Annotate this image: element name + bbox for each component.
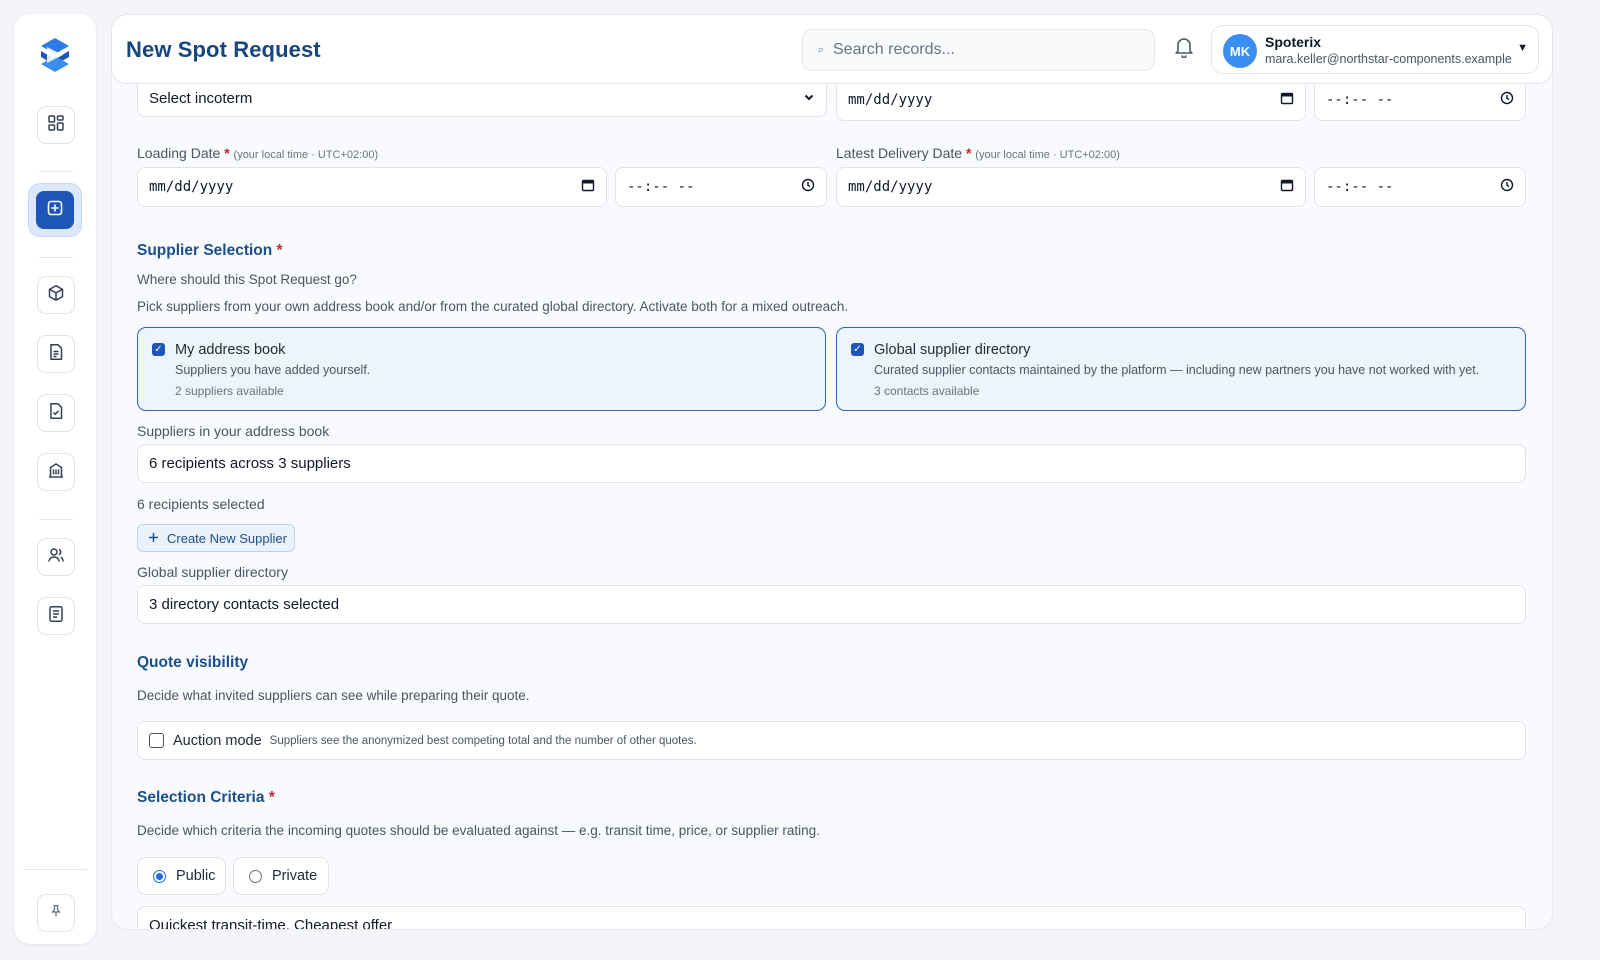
pin-icon	[49, 904, 63, 923]
sidebar-divider	[39, 257, 73, 258]
auction-mode-row[interactable]: Auction mode Suppliers see the anonymize…	[137, 721, 1526, 760]
sidebar-item-packages[interactable]	[37, 276, 75, 314]
global-directory-option[interactable]: ✓ Global supplier directory Curated supp…	[836, 327, 1526, 411]
calendar-icon	[1280, 178, 1294, 196]
latest-delivery-label: Latest Delivery Date * (your local time …	[836, 145, 1120, 161]
supplier-selection-question: Where should this Spot Request go?	[137, 272, 357, 287]
sidebar-item-contacts[interactable]	[37, 538, 75, 576]
dashboard-icon	[47, 114, 65, 137]
address-book-suppliers-label: Suppliers in your address book	[137, 423, 330, 439]
quote-visibility-title: Quote visibility	[137, 654, 249, 671]
user-email: mara.keller@northstar-components.example	[1265, 52, 1512, 66]
auction-mode-checkbox[interactable]	[149, 733, 164, 748]
global-directory-checkbox[interactable]: ✓	[851, 343, 864, 356]
clock-icon	[1500, 91, 1514, 109]
search-icon: ⌕	[817, 43, 825, 56]
address-book-option[interactable]: ✓ My address book Suppliers you have add…	[137, 327, 826, 411]
global-directory-label: Global supplier directory	[137, 564, 288, 580]
sidebar-item-approvals[interactable]	[37, 394, 75, 432]
create-new-supplier-button[interactable]: Create New Supplier	[137, 524, 295, 552]
users-icon	[47, 546, 65, 569]
calendar-icon	[581, 178, 595, 196]
recipients-selected-text: 6 recipients selected	[137, 496, 265, 512]
chevron-down-icon	[803, 90, 815, 107]
calendar-icon	[1280, 91, 1294, 109]
selection-criteria-title: Selection Criteria *	[137, 789, 275, 806]
global-directory-select[interactable]: 3 directory contacts selected	[137, 585, 1526, 624]
loading-time-input[interactable]: --:-- --	[615, 167, 827, 207]
notifications-button[interactable]	[1172, 37, 1196, 61]
bell-icon	[1174, 36, 1194, 63]
sidebar-divider	[39, 519, 73, 520]
radio-public[interactable]: Public	[137, 857, 226, 895]
loading-date-label: Loading Date * (your local time · UTC+02…	[137, 145, 379, 161]
incoterm-select[interactable]: Select incoterm	[137, 79, 827, 117]
selection-criteria-help: Decide which criteria the incoming quote…	[137, 823, 820, 838]
caret-down-icon: ▼	[1517, 42, 1528, 54]
sidebar-divider	[23, 869, 87, 870]
clock-icon	[801, 178, 815, 196]
building-icon	[47, 461, 65, 484]
pickup-date-input[interactable]: mm/dd/yyyy	[836, 79, 1306, 121]
search-bar[interactable]: ⌕	[802, 29, 1155, 71]
radio-private[interactable]: Private	[233, 857, 329, 895]
user-menu[interactable]: MK Spoterix mara.keller@northstar-compon…	[1211, 25, 1539, 74]
delivery-date-input[interactable]: mm/dd/yyyy	[836, 167, 1306, 207]
page-title: New Spot Request	[126, 37, 321, 62]
search-input[interactable]	[833, 41, 1133, 59]
sidebar	[14, 14, 96, 944]
sidebar-item-dashboard[interactable]	[37, 106, 75, 144]
avatar: MK	[1223, 34, 1257, 68]
document-icon	[47, 343, 65, 366]
clock-icon	[1500, 178, 1514, 196]
app-logo[interactable]	[35, 35, 75, 75]
supplier-selection-title: Supplier Selection *	[137, 242, 283, 259]
sidebar-divider	[39, 171, 73, 172]
quote-visibility-help: Decide what invited suppliers can see wh…	[137, 688, 530, 703]
pickup-time-input[interactable]: --:-- --	[1314, 79, 1526, 121]
loading-date-input[interactable]: mm/dd/yyyy	[137, 167, 607, 207]
user-name: Spoterix	[1265, 34, 1322, 50]
delivery-time-input[interactable]: --:-- --	[1314, 167, 1526, 207]
list-icon	[47, 605, 65, 628]
document-check-icon	[47, 402, 65, 425]
address-book-checkbox[interactable]: ✓	[152, 343, 165, 356]
address-book-suppliers-select[interactable]: 6 recipients across 3 suppliers	[137, 444, 1526, 483]
sidebar-item-new-request[interactable]	[28, 183, 82, 237]
sidebar-item-companies[interactable]	[37, 453, 75, 491]
top-header: New Spot Request ⌕ MK Spoterix mara.kell…	[111, 14, 1553, 84]
package-icon	[47, 284, 65, 307]
main-content: Select incoterm mm/dd/yyyy --:-- -- Load…	[111, 14, 1553, 930]
sidebar-item-documents[interactable]	[37, 335, 75, 373]
plus-icon	[148, 531, 159, 546]
pin-sidebar-button[interactable]	[37, 894, 75, 932]
sidebar-item-reports[interactable]	[37, 597, 75, 635]
new-request-icon	[46, 199, 64, 222]
supplier-selection-help: Pick suppliers from your own address boo…	[137, 299, 849, 314]
selection-criteria-select[interactable]: Quickest transit-time, Cheapest offer	[137, 906, 1526, 929]
